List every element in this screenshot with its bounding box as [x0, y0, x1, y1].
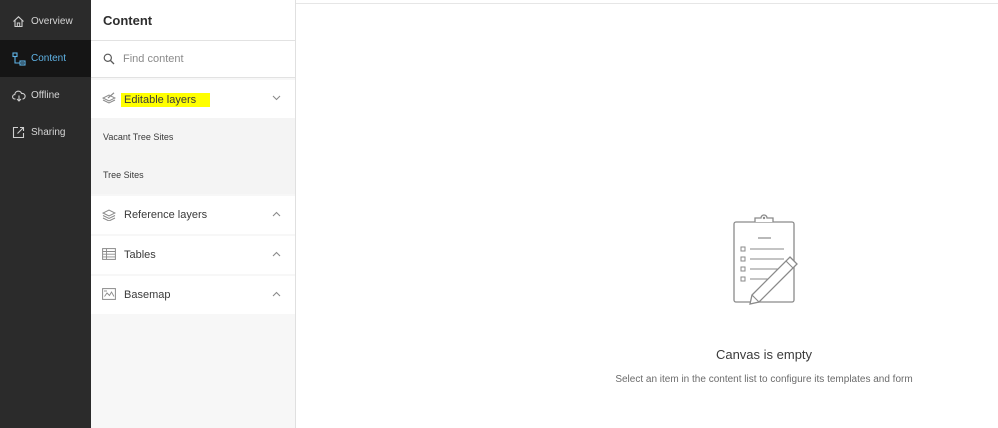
empty-canvas-title: Canvas is empty [715, 347, 813, 362]
table-icon [102, 248, 116, 260]
editable-layers-icon [102, 92, 116, 104]
nav-label-overview: Overview [31, 16, 73, 27]
layer-item-vacant-tree-sites[interactable]: Vacant Tree Sites [91, 118, 295, 156]
nav-item-offline[interactable]: Offline [0, 77, 91, 114]
basemap-icon [102, 288, 116, 300]
section-tables[interactable]: Tables [91, 236, 295, 274]
chevron-down-icon [272, 95, 281, 101]
panel-title: Content [103, 13, 153, 28]
chevron-up-icon [272, 251, 281, 257]
side-nav: Overview Content Offline Sharing [0, 0, 91, 428]
search-icon [103, 53, 115, 65]
home-icon [13, 16, 24, 28]
nav-label-sharing: Sharing [31, 127, 66, 138]
cloud-offline-icon [12, 90, 26, 102]
search-input[interactable] [123, 51, 283, 67]
layer-label: Vacant Tree Sites [103, 132, 174, 142]
share-icon [12, 126, 25, 139]
nav-item-overview[interactable]: Overview [0, 3, 91, 40]
section-label-basemap: Basemap [124, 289, 171, 301]
layer-item-tree-sites[interactable]: Tree Sites [91, 156, 295, 194]
nav-label-offline: Offline [31, 90, 60, 101]
section-editable-layers[interactable]: Editable layers [91, 80, 295, 118]
search-bar [91, 41, 295, 78]
section-reference-layers[interactable]: Reference layers [91, 196, 295, 234]
section-basemap[interactable]: Basemap [91, 276, 295, 314]
clipboard-icon [733, 214, 798, 305]
content-panel: Content Editable layers Vacant Tree Site… [91, 0, 296, 428]
nav-label-content: Content [31, 53, 67, 64]
section-label-editable-layers: Editable layers [121, 93, 211, 107]
empty-canvas-subtitle: Select an item in the content list to co… [615, 374, 913, 385]
reference-layers-icon [102, 209, 116, 221]
nav-item-content[interactable]: Content [0, 40, 91, 77]
chevron-up-icon [272, 291, 281, 297]
panel-header: Content [91, 0, 295, 41]
section-label-tables: Tables [124, 249, 156, 261]
layer-label: Tree Sites [103, 170, 144, 180]
nav-item-sharing[interactable]: Sharing [0, 114, 91, 151]
section-label-reference-layers: Reference layers [124, 209, 208, 221]
chevron-up-icon [272, 211, 281, 217]
canvas-top-border [296, 0, 998, 4]
content-tree-icon [12, 51, 26, 66]
